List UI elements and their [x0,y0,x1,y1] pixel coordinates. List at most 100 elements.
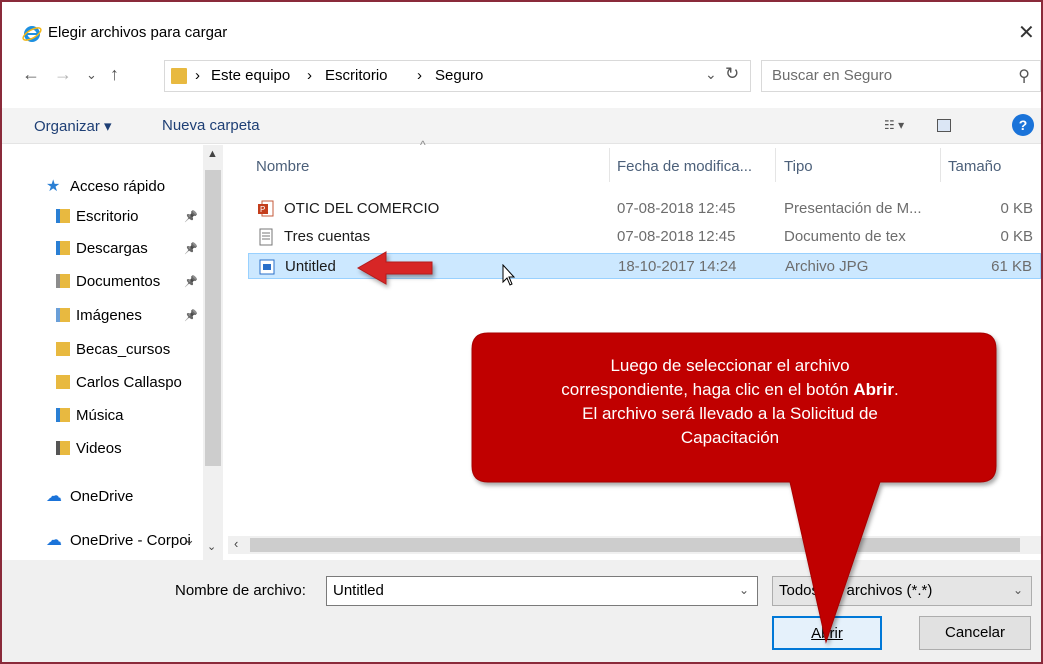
column-header-type[interactable]: Tipo [784,158,813,175]
nav-item[interactable]: ☁ OneDrive - Corpoi [46,530,191,549]
help-icon[interactable]: ? [1012,114,1034,136]
column-header-name[interactable]: Nombre [256,158,309,175]
address-bar[interactable]: › Este equipo › Escritorio › Seguro ⌄ ↻ [164,60,751,92]
nav-item-label: Música [76,407,124,424]
pin-icon[interactable]: 📌 [184,210,198,223]
column-separator[interactable] [775,148,776,182]
star-icon: ★ [46,178,61,195]
pin-icon[interactable]: 📌 [184,309,198,322]
back-arrow-icon[interactable]: ← [22,64,40,85]
callout-line-2-text: correspondiente, haga clic en el botón [561,380,854,399]
folder-icon [56,342,70,356]
breadcrumb-este-equipo[interactable]: Este equipo [211,67,290,84]
sort-caret-icon: ^ [420,138,426,152]
filename-dropdown-icon[interactable]: ⌄ [739,583,749,597]
file-type: Documento de tex [784,228,906,245]
scroll-down-icon[interactable]: ⌄ [207,540,216,553]
filename-input[interactable]: Untitled ⌄ [326,576,758,606]
column-separator[interactable] [940,148,941,182]
breadcrumb-seguro[interactable]: Seguro [435,67,483,84]
nav-item-label: OneDrive - Corpoi [70,532,191,549]
callout-line-2: correspondiente, haga clic en el botón A… [480,378,980,402]
mouse-cursor-icon [502,264,516,286]
folder-icon [56,375,70,389]
nav-scroll-thumb[interactable] [205,170,221,466]
expand-chevron-icon[interactable]: ⌄ [184,532,195,548]
file-scroll-thumb[interactable] [250,538,1020,552]
nav-item[interactable]: Música [56,407,124,424]
callout-line-1: Luego de seleccionar el archivo [610,356,850,375]
file-date: 18-10-2017 14:24 [618,258,737,275]
file-size: 0 KB [1000,228,1033,245]
close-button[interactable]: ✕ [1018,20,1035,45]
breadcrumb-separator: › [307,67,312,84]
nav-item[interactable]: Descargas [56,240,148,257]
callout-line-4: Capacitación [680,428,780,447]
nav-item-label: Acceso rápido [70,178,166,195]
nav-item-label: Videos [76,440,122,457]
nav-item[interactable]: Escritorio [56,208,139,225]
filename-value: Untitled [333,582,384,599]
recent-locations-chevron-icon[interactable]: ⌄ [86,67,97,83]
up-arrow-icon[interactable]: ↑ [110,64,119,85]
breadcrumb-escritorio[interactable]: Escritorio [325,67,388,84]
column-header-size[interactable]: Tamaño [948,158,1001,175]
open-button-label: Abrir [811,625,843,642]
desktop-folder-icon [56,209,70,223]
nav-item[interactable]: Videos [56,440,122,457]
refresh-icon[interactable]: ↻ [725,64,739,84]
forward-arrow-icon[interactable]: → [54,64,72,85]
internet-explorer-icon [22,26,42,42]
nav-item[interactable]: Imágenes [56,307,142,324]
file-name: Untitled [285,258,336,275]
filetype-select[interactable]: Todos los archivos (*.*) ⌄ [772,576,1032,606]
organize-button[interactable]: Organizar ▾ [34,117,112,135]
pictures-folder-icon [56,308,70,322]
documents-folder-icon [56,274,70,288]
nav-item[interactable]: Documentos [56,273,160,290]
search-icon[interactable]: ⚲ [1018,66,1030,86]
file-name: Tres cuentas [284,228,371,245]
nav-item-label: Documentos [76,273,161,290]
filetype-dropdown-icon[interactable]: ⌄ [1013,583,1023,597]
scroll-left-icon[interactable]: ‹ [234,536,238,551]
window-title: Elegir archivos para cargar [48,24,228,41]
text-document-icon [259,228,273,246]
navigation-bar: ← → ⌄ ↑ › Este equipo › Escritorio › Seg… [2,56,1041,96]
file-row[interactable]: Tres cuentas 07-08-2018 12:45 Documento de… [248,224,1041,250]
preview-pane-icon[interactable] [937,119,951,132]
svg-text:P: P [260,205,265,214]
pin-icon[interactable]: 📌 [184,275,198,288]
nav-item-label: Escritorio [76,208,139,225]
file-type: Archivo JPG [785,258,869,275]
file-row[interactable]: Untitled 18-10-2017 14:24 Archivo JPG 61 KB [248,253,1041,279]
powerpoint-icon: P [258,200,274,217]
callout-text: Luego de seleccionar el archivo correspo… [480,354,980,450]
filetype-value: Todos los archivos (*.*) [779,582,933,599]
scroll-up-icon[interactable]: ▲ [207,148,218,160]
column-separator[interactable] [609,148,610,182]
file-size: 0 KB [1000,200,1033,217]
view-options-icon[interactable]: ☷ ▾ [884,118,918,134]
nav-item[interactable]: ☁ OneDrive [46,486,133,505]
column-header-date[interactable]: Fecha de modifica... [617,158,752,175]
file-date: 07-08-2018 12:45 [617,200,736,217]
videos-folder-icon [56,441,70,455]
pin-icon[interactable]: 📌 [184,242,198,255]
new-folder-button[interactable]: Nueva carpeta [162,117,260,134]
search-placeholder: Buscar en Seguro [772,67,893,84]
address-dropdown-icon[interactable]: ⌄ [705,66,717,83]
file-row[interactable]: P OTIC DEL COMERCIO 07-08-2018 12:45 Presen… [248,196,1041,222]
nav-item-label: Imágenes [76,307,142,324]
search-box[interactable]: Buscar en Seguro ⚲ [761,60,1041,92]
open-button[interactable]: Abrir [772,616,882,650]
command-bar: Organizar ▾ Nueva carpeta ☷ ▾ ? [2,108,1041,144]
nav-item[interactable]: ★ Acceso rápido [46,176,165,195]
nav-item[interactable]: Becas_cursos [56,341,170,358]
music-folder-icon [56,408,70,422]
folder-icon [171,68,187,84]
file-name: OTIC DEL COMERCIO [284,200,440,217]
nav-item[interactable]: Carlos Callaspo [56,374,182,391]
cancel-button[interactable]: Cancelar [919,616,1031,650]
callout-line-2-end: . [893,380,899,399]
